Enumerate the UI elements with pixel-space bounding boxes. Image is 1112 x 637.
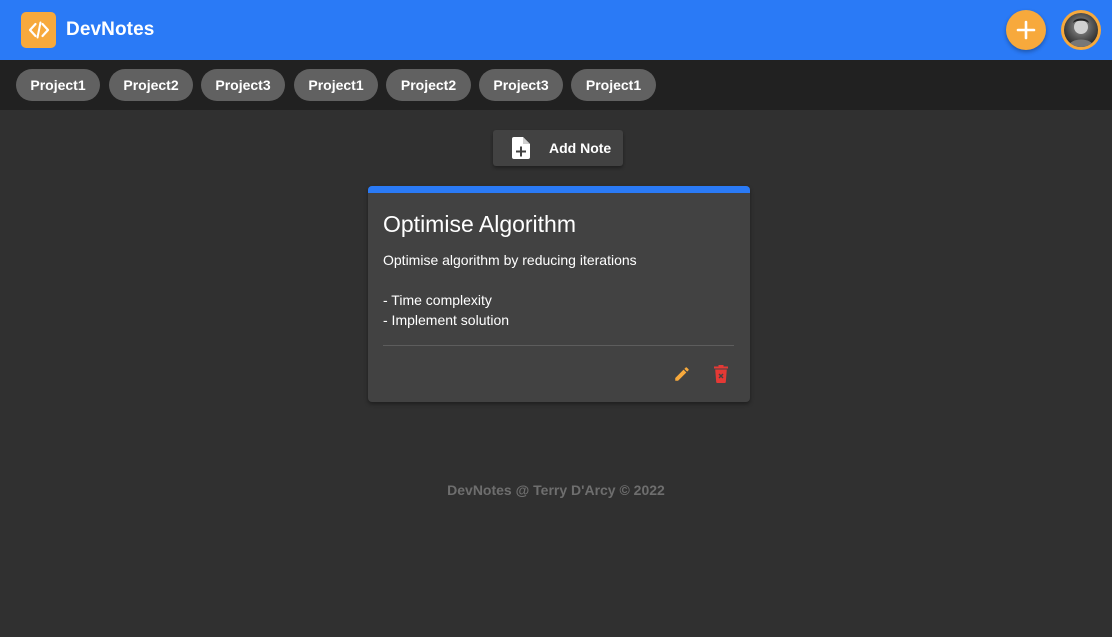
note-divider — [383, 345, 734, 346]
project-chip[interactable]: Project1 — [294, 69, 378, 101]
note-card: Optimise Algorithm Optimise algorithm by… — [368, 186, 750, 402]
note-card-accent — [368, 186, 750, 193]
footer-text: DevNotes @ Terry D'Arcy © 2022 — [447, 482, 665, 498]
pencil-icon — [675, 367, 689, 381]
project-chip[interactable]: Project2 — [386, 69, 471, 101]
add-note-button[interactable]: Add Note — [493, 130, 623, 166]
plus-icon — [1016, 20, 1036, 40]
add-note-label: Add Note — [549, 140, 612, 156]
user-avatar[interactable] — [1061, 10, 1101, 50]
project-chip[interactable]: Project3 — [201, 69, 285, 101]
note-body: Optimise algorithm by reducing iteration… — [383, 252, 637, 328]
trash-icon — [714, 365, 728, 383]
edit-note-button[interactable] — [670, 362, 694, 386]
projects-bar: Project1 Project2 Project3 Project1 Proj… — [0, 60, 1112, 110]
project-chip[interactable]: Project3 — [479, 69, 563, 101]
code-icon[interactable] — [21, 12, 56, 48]
app-bar: DevNotes — [0, 0, 1112, 60]
project-chip[interactable]: Project1 — [571, 69, 656, 101]
app-title[interactable]: DevNotes — [66, 19, 154, 41]
project-chip[interactable]: Project1 — [16, 69, 100, 101]
delete-note-button[interactable] — [709, 362, 733, 386]
note-add-icon — [512, 137, 530, 159]
note-title: Optimise Algorithm — [383, 211, 577, 237]
project-chip[interactable]: Project2 — [109, 69, 193, 101]
avatar-image — [1064, 13, 1098, 47]
add-project-button[interactable] — [1006, 10, 1046, 50]
